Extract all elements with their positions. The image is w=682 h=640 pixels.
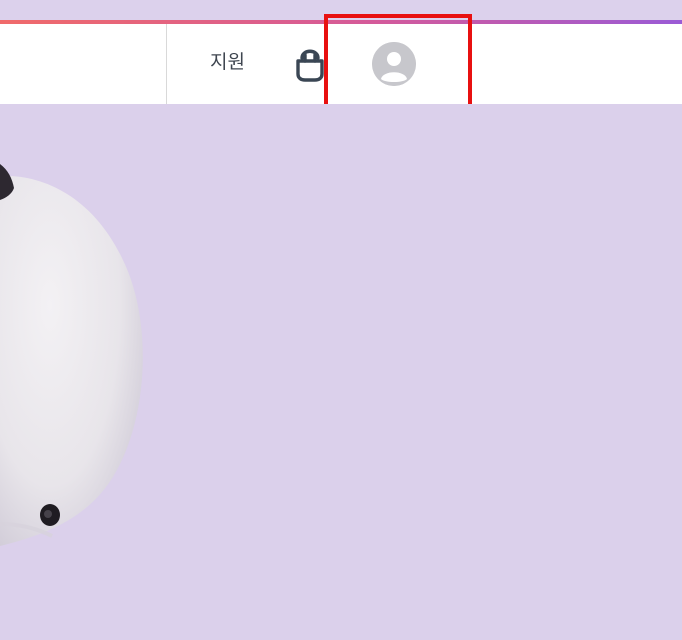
support-link[interactable]: 지원 [210,50,245,74]
header-divider [166,24,167,104]
site-header: 지원 [0,24,682,104]
earbud-product-image [0,164,143,546]
user-avatar-button[interactable] [372,42,416,86]
page: 지원 [0,0,682,640]
user-avatar-icon [372,42,416,86]
shopping-bag-icon [296,49,324,82]
hero-banner [0,104,682,640]
top-strip [0,0,682,20]
shopping-bag-button[interactable] [292,44,328,84]
